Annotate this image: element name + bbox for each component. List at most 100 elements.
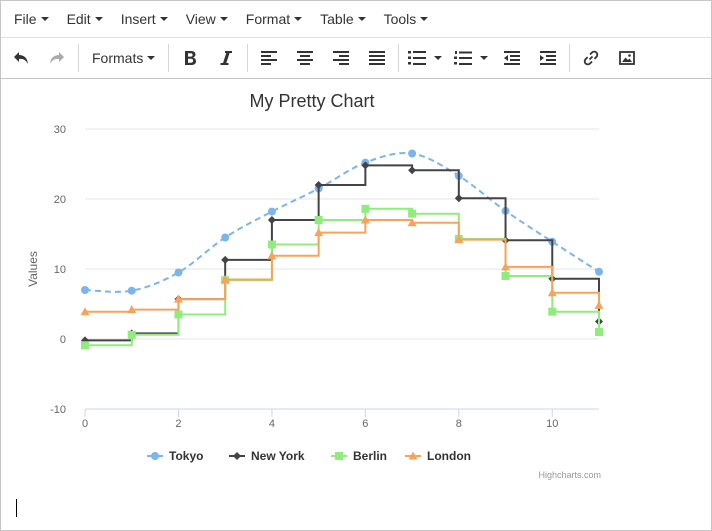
menubar: File Edit Insert View Format Table Tools (1, 1, 711, 38)
redo-icon (50, 52, 64, 64)
formats-dropdown[interactable]: Formats (82, 41, 165, 75)
numbered-list-icon (454, 51, 473, 65)
menu-edit[interactable]: Edit (58, 1, 112, 37)
undo-icon (14, 52, 28, 64)
insert-link-button[interactable] (573, 41, 609, 75)
chart-credit: Highcharts.com (538, 470, 601, 480)
menu-format[interactable]: Format (237, 1, 311, 37)
align-left-icon (261, 51, 278, 65)
undo-button[interactable] (3, 41, 39, 75)
menu-format-label: Format (245, 11, 291, 27)
rich-text-editor: File Edit Insert View Format Table Tools… (0, 0, 712, 531)
align-right-icon (333, 51, 350, 65)
data-point-tokyo (267, 207, 276, 216)
insert-image-button[interactable] (609, 41, 645, 75)
menu-file[interactable]: File (5, 1, 58, 37)
formats-label: Formats (92, 50, 144, 66)
link-icon (584, 50, 599, 66)
toolbar-separator (168, 44, 170, 72)
data-point-berlin (127, 330, 136, 339)
toolbar: Formats (1, 38, 711, 79)
menu-table[interactable]: Table (311, 1, 374, 37)
text-cursor (16, 499, 17, 517)
data-point-new-york (454, 194, 463, 203)
data-point-berlin (174, 310, 183, 319)
data-point-tokyo (595, 267, 603, 276)
chevron-down-icon (294, 17, 303, 21)
chart: My Pretty Chart -10 0 10 20 30 Values 0 2 4 6 8 10 To… (26, 91, 604, 480)
data-point-berlin (81, 341, 89, 350)
data-point-tokyo (221, 233, 230, 242)
data-point-tokyo (81, 286, 89, 294)
indent-button[interactable] (530, 41, 566, 75)
chevron-down-icon (420, 17, 429, 21)
data-point-tokyo (408, 149, 417, 158)
toolbar-separator (247, 44, 249, 72)
align-justify-icon (369, 51, 386, 65)
series-line-london (85, 219, 600, 313)
bullet-list-icon (408, 51, 427, 65)
y-tick-label: 30 (54, 124, 66, 136)
chart-title: My Pretty Chart (249, 91, 374, 111)
legend-item-tokyo: Tokyo (169, 449, 203, 463)
align-left-button[interactable] (251, 41, 287, 75)
data-point-tokyo (127, 286, 136, 295)
align-center-icon (297, 51, 314, 65)
menu-tools[interactable]: Tools (375, 1, 438, 37)
image-icon (619, 51, 636, 65)
menu-edit-label: Edit (66, 11, 91, 27)
menu-insert-label: Insert (120, 11, 156, 27)
align-justify-button[interactable] (359, 41, 395, 75)
chevron-down-icon (147, 56, 156, 60)
italic-button[interactable] (208, 41, 244, 75)
menu-table-label: Table (320, 11, 354, 27)
data-point-berlin (408, 209, 417, 218)
indent-icon (540, 51, 557, 65)
data-point-berlin (267, 240, 276, 249)
chevron-down-icon (94, 17, 103, 21)
x-tick-label: 4 (269, 418, 275, 430)
menu-view[interactable]: View (177, 1, 237, 37)
chevron-down-icon (219, 17, 228, 21)
outdent-icon (504, 51, 521, 65)
data-point-new-york (221, 255, 230, 264)
chevron-down-icon[interactable] (434, 56, 443, 60)
series-line-new-york (85, 164, 600, 342)
align-right-button[interactable] (323, 41, 359, 75)
legend-marker-tokyo (151, 452, 159, 460)
legend-item-new-york: New York (251, 449, 305, 463)
x-tick-label: 0 (82, 418, 88, 430)
align-center-button[interactable] (287, 41, 323, 75)
data-point-new-york (267, 216, 276, 224)
bold-button[interactable] (172, 41, 208, 75)
redo-button[interactable] (39, 41, 75, 75)
numbered-list-button[interactable] (448, 41, 494, 75)
menu-insert[interactable]: Insert (112, 1, 177, 37)
toolbar-separator (569, 44, 571, 72)
chevron-down-icon[interactable] (480, 56, 489, 60)
x-tick-label: 2 (175, 418, 181, 430)
legend-item-london: London (427, 449, 471, 463)
legend-marker-berlin (335, 452, 343, 460)
chevron-down-icon (40, 17, 49, 21)
data-point-new-york (408, 166, 417, 175)
chevron-down-icon (159, 17, 168, 21)
data-point-london (594, 300, 604, 309)
legend-marker-new-york (233, 452, 241, 460)
bullet-list-button[interactable] (402, 41, 448, 75)
x-tick-label: 8 (456, 418, 462, 430)
x-tick-label: 6 (362, 418, 368, 430)
outdent-button[interactable] (494, 41, 530, 75)
series-line-tokyo (84, 152, 600, 293)
data-point-berlin (361, 204, 370, 213)
x-tick-label: 10 (546, 418, 558, 430)
legend-item-berlin: Berlin (353, 449, 387, 463)
toolbar-separator (398, 44, 400, 72)
chevron-down-icon (357, 17, 366, 21)
data-point-berlin (595, 328, 603, 336)
y-tick-label: 0 (60, 334, 66, 346)
editor-content[interactable]: My Pretty Chart -10 0 10 20 30 Values 0 2 4 6 8 10 To… (1, 79, 711, 530)
y-tick-label: 10 (54, 264, 66, 276)
italic-icon (220, 51, 233, 65)
y-tick-label: 20 (54, 194, 66, 206)
